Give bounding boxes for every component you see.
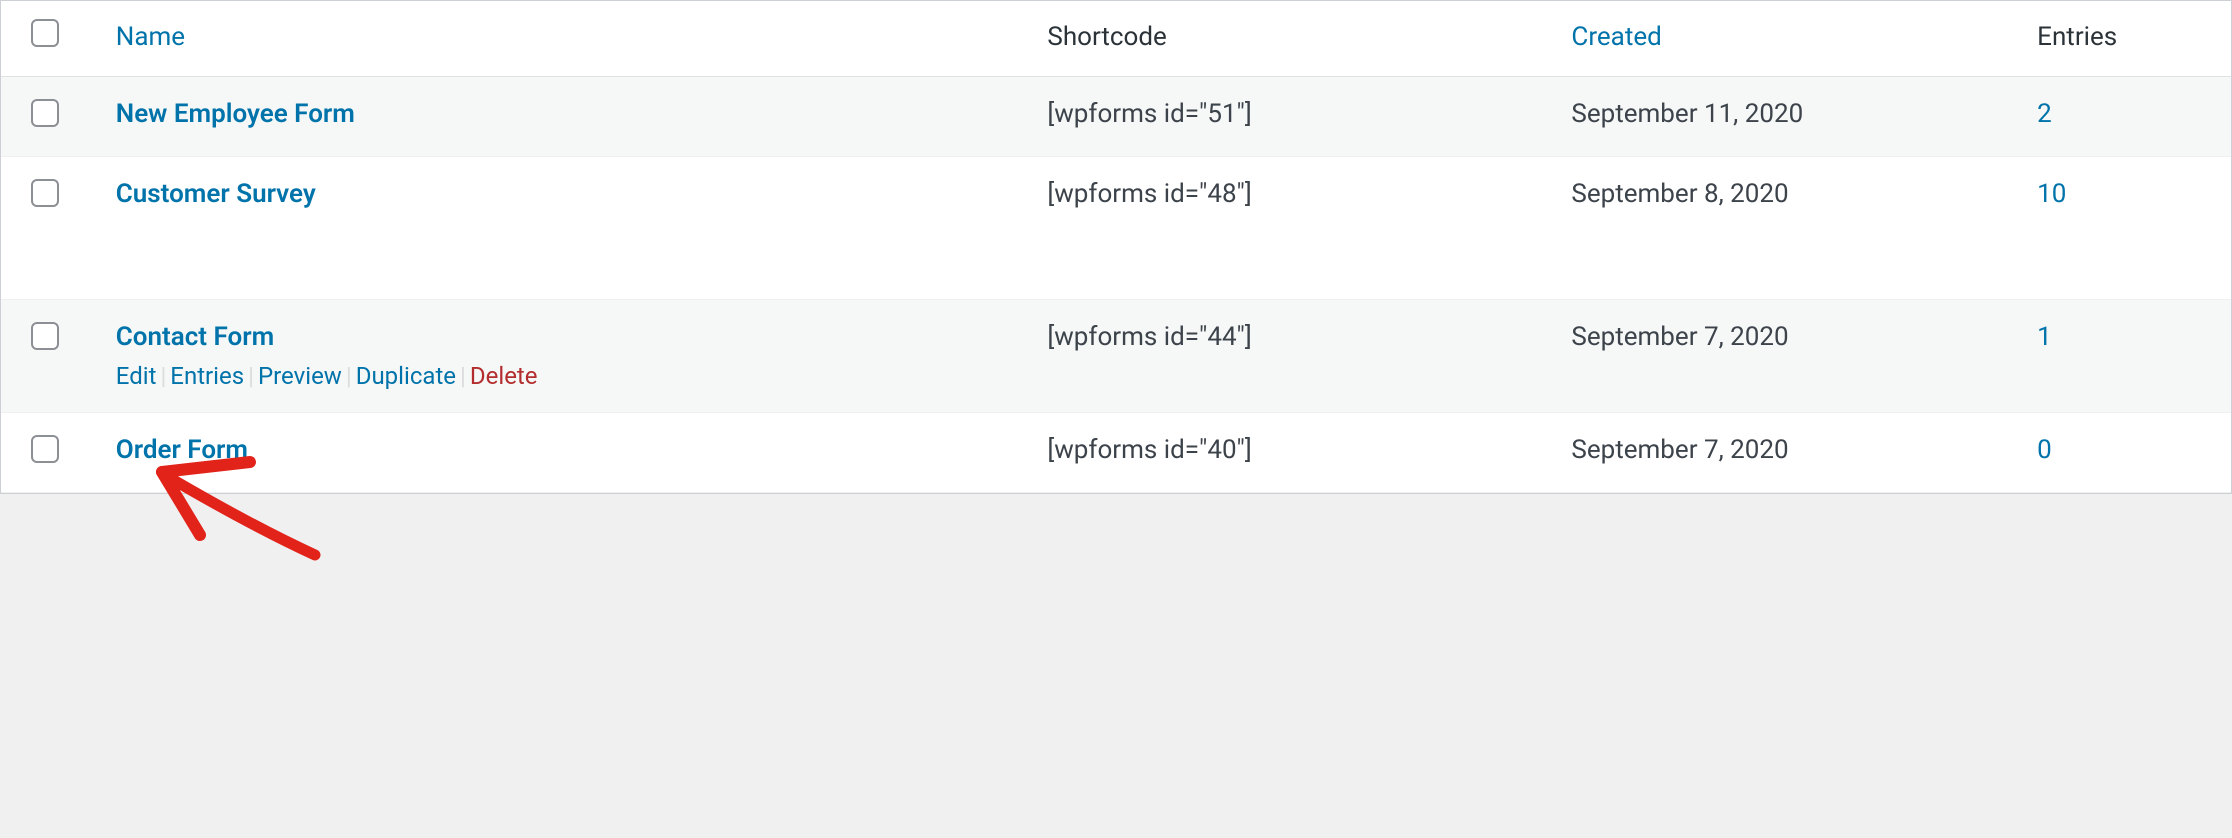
shortcode-text: [wpforms id="51"] <box>1047 99 1251 129</box>
entries-count-link[interactable]: 10 <box>2037 179 2066 209</box>
row-checkbox[interactable] <box>31 99 59 127</box>
forms-table-wrap: Name Shortcode Created Entries <box>0 0 2232 494</box>
shortcode-text: [wpforms id="40"] <box>1047 435 1251 465</box>
entries-count-link[interactable]: 0 <box>2037 435 2052 465</box>
created-text: September 8, 2020 <box>1571 179 1788 209</box>
forms-table: Name Shortcode Created Entries <box>1 1 2231 493</box>
created-text: September 11, 2020 <box>1571 99 1803 129</box>
entries-count-link[interactable]: 1 <box>2037 322 2052 352</box>
action-edit[interactable]: Edit <box>116 362 157 390</box>
column-header-created[interactable]: Created <box>1571 22 1661 52</box>
row-checkbox[interactable] <box>31 322 59 350</box>
form-title-link[interactable]: Customer Survey <box>116 179 316 209</box>
shortcode-text: [wpforms id="44"] <box>1047 322 1251 352</box>
row-actions: Edit|Entries|Preview|Duplicate|Delete <box>116 362 1028 390</box>
row-checkbox[interactable] <box>31 179 59 207</box>
action-preview[interactable]: Preview <box>258 362 342 390</box>
action-delete[interactable]: Delete <box>470 362 538 390</box>
shortcode-text: [wpforms id="48"] <box>1047 179 1251 209</box>
header-checkbox-col <box>1 1 106 77</box>
table-row: New Employee Form [wpforms id="51"] Sept… <box>1 77 2231 157</box>
entries-count-link[interactable]: 2 <box>2037 99 2052 129</box>
column-header-name[interactable]: Name <box>116 22 185 52</box>
created-text: September 7, 2020 <box>1571 435 1788 465</box>
action-duplicate[interactable]: Duplicate <box>356 362 456 390</box>
form-title-link[interactable]: New Employee Form <box>116 99 355 129</box>
form-title-link[interactable]: Order Form <box>116 435 248 465</box>
table-row: Order Form [wpforms id="40"] September 7… <box>1 413 2231 493</box>
action-entries[interactable]: Entries <box>170 362 244 390</box>
created-text: September 7, 2020 <box>1571 322 1788 352</box>
column-header-entries: Entries <box>2037 22 2117 52</box>
form-title-link[interactable]: Contact Form <box>116 322 274 352</box>
table-row: Customer Survey [wpforms id="48"] Septem… <box>1 157 2231 300</box>
select-all-checkbox[interactable] <box>31 19 59 47</box>
column-header-shortcode: Shortcode <box>1047 22 1166 52</box>
row-checkbox[interactable] <box>31 435 59 463</box>
table-row: Contact Form Edit|Entries|Preview|Duplic… <box>1 300 2231 413</box>
